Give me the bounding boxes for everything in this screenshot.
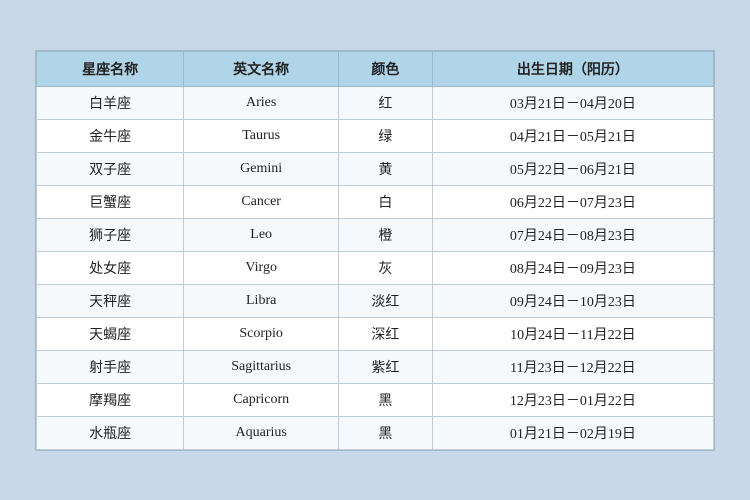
table-cell: 灰 — [339, 251, 433, 284]
table-cell: 处女座 — [37, 251, 184, 284]
table-cell: 01月21日－02月19日 — [432, 416, 713, 449]
table-cell: 绿 — [339, 119, 433, 152]
table-row: 天秤座Libra淡红09月24日－10月23日 — [37, 284, 714, 317]
table-cell: 11月23日－12月22日 — [432, 350, 713, 383]
table-row: 狮子座Leo橙07月24日－08月23日 — [37, 218, 714, 251]
table-row: 摩羯座Capricorn黑12月23日－01月22日 — [37, 383, 714, 416]
table-cell: 12月23日－01月22日 — [432, 383, 713, 416]
table-row: 处女座Virgo灰08月24日－09月23日 — [37, 251, 714, 284]
table-cell: 巨蟹座 — [37, 185, 184, 218]
table-cell: 摩羯座 — [37, 383, 184, 416]
table-cell: 白羊座 — [37, 86, 184, 119]
table-row: 白羊座Aries红03月21日－04月20日 — [37, 86, 714, 119]
table-cell: Aquarius — [184, 416, 339, 449]
table-cell: 黄 — [339, 152, 433, 185]
table-cell: 双子座 — [37, 152, 184, 185]
table-cell: 07月24日－08月23日 — [432, 218, 713, 251]
table-cell: Cancer — [184, 185, 339, 218]
table-cell: 狮子座 — [37, 218, 184, 251]
table-cell: 紫红 — [339, 350, 433, 383]
table-cell: 金牛座 — [37, 119, 184, 152]
table-header-row: 星座名称英文名称颜色出生日期（阳历） — [37, 51, 714, 86]
table-cell: Aries — [184, 86, 339, 119]
table-cell: Libra — [184, 284, 339, 317]
table-cell: Capricorn — [184, 383, 339, 416]
table-row: 双子座Gemini黄05月22日－06月21日 — [37, 152, 714, 185]
table-row: 金牛座Taurus绿04月21日－05月21日 — [37, 119, 714, 152]
table-cell: 05月22日－06月21日 — [432, 152, 713, 185]
table-cell: 黑 — [339, 383, 433, 416]
table-cell: 黑 — [339, 416, 433, 449]
table-cell: Leo — [184, 218, 339, 251]
table-cell: 红 — [339, 86, 433, 119]
table-cell: 天秤座 — [37, 284, 184, 317]
zodiac-table-container: 星座名称英文名称颜色出生日期（阳历） 白羊座Aries红03月21日－04月20… — [35, 50, 715, 451]
table-cell: 09月24日－10月23日 — [432, 284, 713, 317]
table-cell: 深红 — [339, 317, 433, 350]
table-cell: 橙 — [339, 218, 433, 251]
table-cell: 10月24日－11月22日 — [432, 317, 713, 350]
table-cell: Scorpio — [184, 317, 339, 350]
table-cell: 天蝎座 — [37, 317, 184, 350]
table-cell: Taurus — [184, 119, 339, 152]
table-column-header: 星座名称 — [37, 51, 184, 86]
table-cell: 08月24日－09月23日 — [432, 251, 713, 284]
table-cell: Gemini — [184, 152, 339, 185]
table-row: 射手座Sagittarius紫红11月23日－12月22日 — [37, 350, 714, 383]
table-cell: 白 — [339, 185, 433, 218]
zodiac-table: 星座名称英文名称颜色出生日期（阳历） 白羊座Aries红03月21日－04月20… — [36, 51, 714, 450]
table-column-header: 颜色 — [339, 51, 433, 86]
table-cell: Sagittarius — [184, 350, 339, 383]
table-column-header: 出生日期（阳历） — [432, 51, 713, 86]
table-column-header: 英文名称 — [184, 51, 339, 86]
table-cell: 射手座 — [37, 350, 184, 383]
table-cell: 淡红 — [339, 284, 433, 317]
table-cell: 水瓶座 — [37, 416, 184, 449]
table-body: 白羊座Aries红03月21日－04月20日金牛座Taurus绿04月21日－0… — [37, 86, 714, 449]
table-row: 巨蟹座Cancer白06月22日－07月23日 — [37, 185, 714, 218]
table-row: 天蝎座Scorpio深红10月24日－11月22日 — [37, 317, 714, 350]
table-cell: Virgo — [184, 251, 339, 284]
table-cell: 04月21日－05月21日 — [432, 119, 713, 152]
table-cell: 03月21日－04月20日 — [432, 86, 713, 119]
table-row: 水瓶座Aquarius黑01月21日－02月19日 — [37, 416, 714, 449]
table-cell: 06月22日－07月23日 — [432, 185, 713, 218]
